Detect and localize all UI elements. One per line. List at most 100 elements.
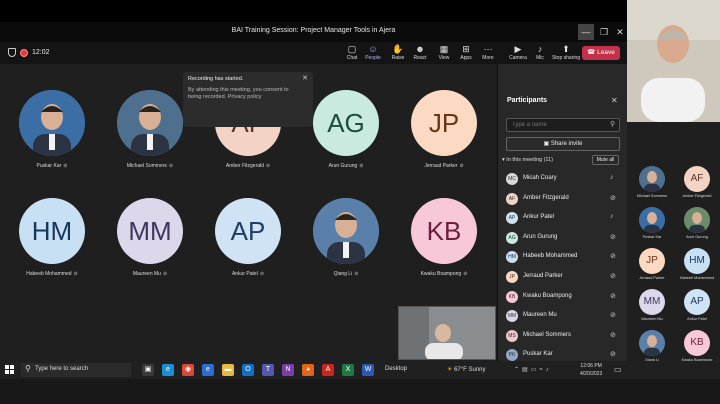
side-participant-tile[interactable]: Qiang Li [630, 330, 674, 362]
taskbar-search-input[interactable]: ⚲ Type here to search [21, 363, 131, 377]
recording-notification: Recording has started. By attending this… [183, 72, 313, 127]
windows-taskbar: ⚲ Type here to search ▣ e ◉ e ▬ O T N ◕ A X W Deskt… [0, 361, 720, 404]
raise-button[interactable]: ✋ Raise [386, 44, 410, 64]
side-participant-tile[interactable]: JP Jerraud Parker [630, 248, 674, 280]
participant-tile[interactable]: HM Habeeb Mohammed ⊘ [12, 198, 92, 277]
edge-icon[interactable]: e [162, 364, 174, 376]
participant-row[interactable]: AP Ankur Patel ♪ [506, 210, 624, 228]
mic-off-icon[interactable]: ⊘ [610, 194, 616, 202]
mic-off-icon[interactable]: ⊘ [610, 292, 616, 300]
participant-tile[interactable]: KB Kwaku Boampong ⊘ [404, 198, 484, 277]
notification-icon[interactable]: ▭ [614, 365, 622, 374]
taskbar-clock[interactable]: 12:06 PM 4/20/2023 [580, 362, 602, 378]
hand-icon: ✋ [392, 44, 404, 54]
side-participant-tile[interactable]: AP Ankur Patel [675, 289, 719, 321]
in-meeting-header[interactable]: ▾ In this meeting (11) [502, 157, 553, 163]
participant-name: Arun Gurung [686, 235, 708, 239]
leave-button[interactable]: ☎ Leave [582, 46, 620, 60]
close-icon[interactable]: ✕ [612, 24, 628, 40]
participant-name: Jerraud Parker [639, 276, 665, 280]
network-icon[interactable]: ▤ [522, 367, 531, 373]
apps-button[interactable]: ⊞ Apps [454, 44, 478, 64]
mic-off-icon[interactable]: ⊘ [610, 233, 616, 241]
participant-row[interactable]: MM Maureen Mu ⊘ [506, 308, 624, 326]
meeting-toolbar: 12:02 ▢ Chat ☺ People ✋ Raise ☻ React ▦ View ⊞ Apps… [0, 42, 627, 64]
outlook-icon[interactable]: O [242, 364, 254, 376]
chrome-icon[interactable]: ◉ [182, 364, 194, 376]
people-button[interactable]: ☺ People [361, 44, 385, 64]
mic-on-icon[interactable]: ♪ [610, 174, 614, 181]
weather-text: 67°F Sunny [454, 367, 486, 373]
system-tray[interactable]: ⌃▤▭≈♪ [514, 366, 552, 373]
mic-off-icon[interactable]: ⊘ [610, 331, 616, 339]
volume-icon[interactable]: ♪ [546, 367, 552, 373]
camera-button[interactable]: ▶ Camera [506, 44, 530, 64]
react-button[interactable]: ☻ React [408, 44, 432, 64]
close-icon[interactable]: ✕ [302, 74, 308, 82]
side-participant-tile[interactable]: Puskar Kar [630, 207, 674, 239]
participant-row[interactable]: MS Michael Sommers ⊘ [506, 328, 624, 346]
participant-row[interactable]: AF Amber Fitzgerald ⊘ [506, 191, 624, 209]
participant-tile[interactable]: Puskar Kar ⊘ [12, 90, 92, 169]
side-participant-tile[interactable]: Michael Sommers [630, 166, 674, 198]
teams-icon[interactable]: T [262, 364, 274, 376]
participant-row[interactable]: JP Jerraud Parker ⊘ [506, 269, 624, 287]
acrobat-icon[interactable]: A [322, 364, 334, 376]
mic-off-icon[interactable]: ⊘ [610, 311, 616, 319]
mic-off-icon[interactable]: ⊘ [610, 272, 616, 280]
windows-start-icon[interactable] [5, 365, 15, 375]
file-explorer-icon[interactable]: ▬ [222, 364, 234, 376]
mic-on-icon[interactable]: ♪ [610, 213, 614, 220]
desktop-toolbar-label[interactable]: Desktop [385, 366, 407, 372]
mic-off-icon[interactable]: ⊘ [610, 252, 616, 260]
participant-tile[interactable]: MM Maureen Mu ⊘ [110, 198, 190, 277]
presenter-video[interactable] [627, 0, 720, 122]
word-icon[interactable]: W [362, 364, 374, 376]
participant-row[interactable]: AG Arun Gurung ⊘ [506, 230, 624, 248]
mute-all-button[interactable]: Mute all [592, 155, 619, 165]
side-participant-tile[interactable]: Arun Gurung [675, 207, 719, 239]
participant-search-input[interactable] [506, 118, 620, 132]
participant-tile[interactable]: JP Jerraud Parker ⊘ [404, 90, 484, 169]
mic-button[interactable]: ♪ Mic [528, 44, 552, 64]
taskbar-search-placeholder: Type here to search [35, 366, 89, 372]
grid-icon: ▦ [439, 44, 449, 54]
participant-name: Puskar Kar [642, 235, 662, 239]
edge-legacy-icon[interactable]: e [202, 364, 214, 376]
side-participant-tile[interactable]: MM Maureen Mu [630, 289, 674, 321]
share-button[interactable]: ⬆ Stop sharing [551, 44, 581, 64]
mic-off-icon: ⊘ [162, 271, 168, 277]
side-participant-tile[interactable]: AF Amber Fitzgerald [675, 166, 719, 198]
participant-row[interactable]: HM Habeeb Mohammed ⊘ [506, 249, 624, 267]
firefox-icon[interactable]: ◕ [302, 364, 314, 376]
task-view-icon[interactable]: ▣ [142, 364, 154, 376]
side-participant-tile[interactable]: KB Kwaku Boampong [675, 330, 719, 362]
participant-row[interactable]: KB Kwaku Boampong ⊘ [506, 289, 624, 307]
onenote-icon[interactable]: N [282, 364, 294, 376]
more-button[interactable]: ⋯ More [476, 44, 500, 64]
participant-name: Amber Fitzgerald [682, 194, 712, 198]
search-icon[interactable]: ⚲ [610, 120, 615, 128]
participant-row[interactable]: MC Micah Coary ♪ [506, 171, 624, 189]
view-button[interactable]: ▦ View [432, 44, 456, 64]
maximize-icon[interactable]: ❐ [596, 24, 612, 40]
mic-off-icon[interactable]: ⊘ [610, 350, 616, 358]
side-participant-tile[interactable]: HM Habeeb Mohammed [675, 248, 719, 280]
chevron-up-icon[interactable]: ⌃ [514, 367, 522, 373]
participant-name: Ankur Patel [231, 271, 258, 277]
mic-label: Mic [536, 55, 544, 61]
participant-tile[interactable]: AG Arun Gurung ⊘ [306, 90, 386, 169]
weather-widget[interactable]: ☀ 67°F Sunny [447, 366, 485, 373]
participant-tile[interactable]: AP Ankur Patel ⊘ [208, 198, 288, 277]
close-icon[interactable]: ✕ [611, 96, 618, 105]
participant-avatar: MM [506, 310, 518, 323]
participant-tile[interactable]: Qiang Li ⊘ [306, 198, 386, 277]
in-meeting-label: In this meeting (11) [506, 157, 553, 163]
share-invite-button[interactable]: ▣ Share invite [506, 137, 620, 151]
tile-name-row: Kwaku Boampong ⊘ [404, 271, 484, 277]
minimize-icon[interactable]: — [578, 24, 594, 40]
participant-tile[interactable]: Michael Sommers ⊘ [110, 90, 190, 169]
excel-icon[interactable]: X [342, 364, 354, 376]
self-view-video[interactable] [398, 306, 496, 360]
avatar-photo [117, 90, 183, 156]
